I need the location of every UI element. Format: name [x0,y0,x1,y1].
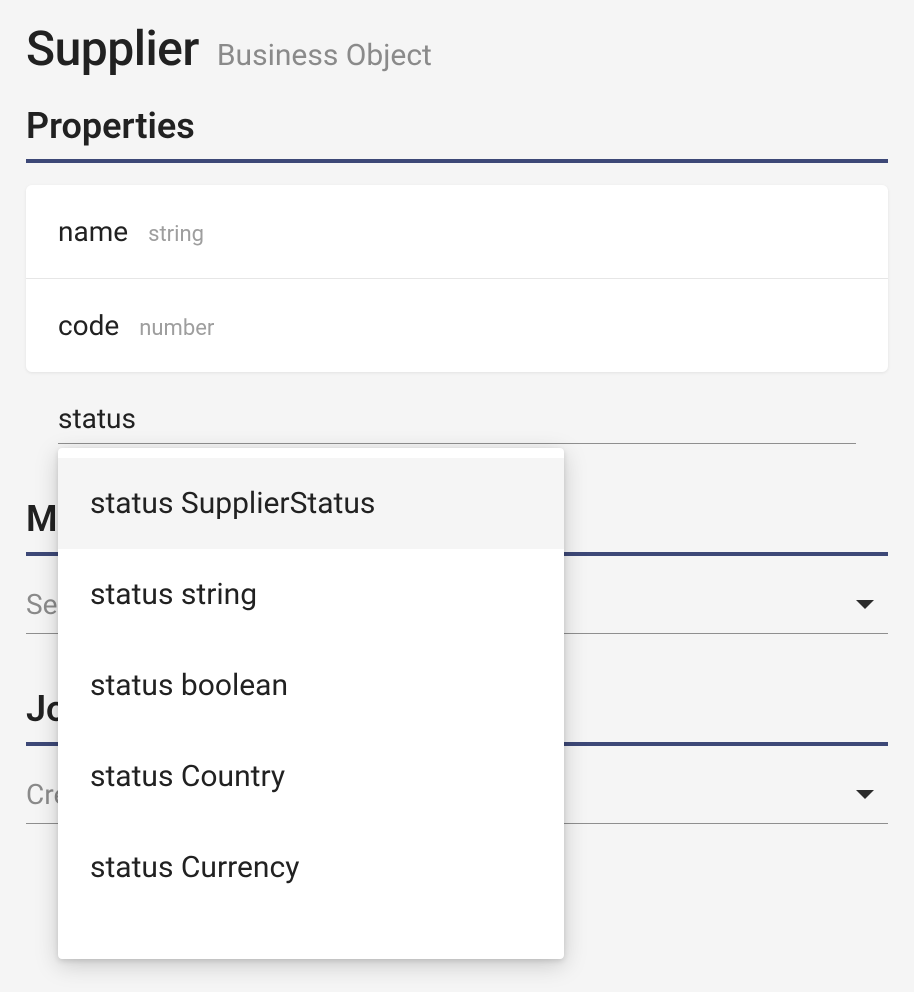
chevron-down-icon [856,790,874,799]
property-name: name [58,215,128,248]
select-placeholder: Se [26,588,57,621]
new-property-input[interactable] [58,402,856,435]
chevron-down-icon [856,600,874,609]
properties-card: name string code number [26,185,888,372]
property-type: string [148,222,204,247]
new-property-input-wrapper [58,402,856,444]
property-row[interactable]: code number [26,279,888,372]
property-name: code [58,309,119,342]
properties-section-header: Properties [26,105,888,163]
autocomplete-item[interactable]: status SupplierStatus [58,458,564,549]
autocomplete-item[interactable]: status string [58,549,564,640]
autocomplete-item[interactable]: status Country [58,731,564,822]
property-type: number [139,316,214,341]
autocomplete-item[interactable]: status boolean [58,640,564,731]
page-title: Supplier [26,20,199,77]
page-header: Supplier Business Object [26,20,888,77]
page-subtitle: Business Object [217,38,432,73]
autocomplete-dropdown: status SupplierStatus status string stat… [58,448,564,959]
autocomplete-item[interactable]: status Currency [58,822,564,913]
property-row[interactable]: name string [26,185,888,279]
